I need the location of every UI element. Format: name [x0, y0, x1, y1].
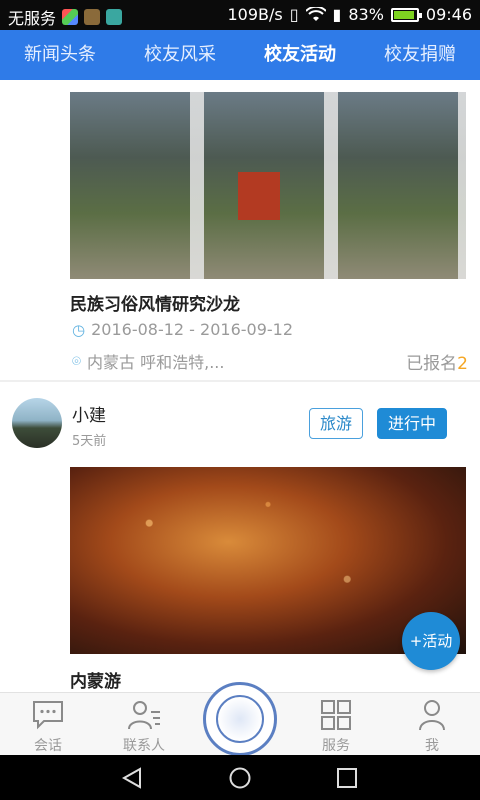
- battery-fill: [393, 10, 414, 19]
- status-left: 无服务: [8, 5, 123, 29]
- person-icon: [419, 700, 445, 731]
- clock-icon: ◷: [72, 320, 86, 339]
- activity-title[interactable]: 内蒙游: [70, 667, 121, 692]
- network-speed: 109B/s: [227, 5, 283, 24]
- category-tab-bar: 新闻头条 校友风采 校友活动 校友捐赠: [0, 30, 480, 80]
- add-activity-button[interactable]: +活动: [402, 612, 460, 670]
- nav-services[interactable]: 服务: [288, 693, 384, 756]
- wifi-icon: [305, 6, 326, 21]
- app-notification-icon: [106, 9, 123, 25]
- activity-photo[interactable]: [70, 92, 466, 279]
- back-icon[interactable]: [120, 767, 144, 789]
- chat-icon: [33, 701, 63, 730]
- system-nav-bar: [0, 755, 480, 800]
- activity-date: ◷ 2016-08-12 - 2016-09-12: [72, 320, 293, 339]
- nav-contacts[interactable]: 联系人: [96, 693, 192, 756]
- divider: [0, 380, 480, 382]
- activity-title[interactable]: 民族习俗风情研究沙龙: [70, 290, 240, 315]
- status-badge: 进行中: [377, 408, 448, 439]
- university-logo: [216, 695, 264, 743]
- university-logo-button[interactable]: [203, 682, 277, 756]
- location-pin-icon: ⌾: [72, 352, 82, 370]
- signup-count: 已报名2: [406, 349, 468, 374]
- activity-location: ⌾ 内蒙古 呼和浩特,...: [72, 349, 224, 373]
- nav-label: 联系人: [123, 738, 165, 754]
- signup-number: 2: [457, 354, 468, 374]
- activity-feed[interactable]: 民族习俗风情研究沙龙 ◷ 2016-08-12 - 2016-09-12 ⌾ 内…: [0, 80, 480, 692]
- services-grid-icon: [321, 700, 351, 730]
- nav-label: 服务: [322, 738, 350, 754]
- home-icon[interactable]: [228, 767, 252, 789]
- app-notification-icon: [84, 9, 101, 25]
- category-tag: 旅游: [309, 408, 364, 439]
- tab-alumni-donations[interactable]: 校友捐赠: [360, 30, 480, 80]
- avatar[interactable]: [12, 398, 62, 448]
- app-notification-icon: [62, 9, 79, 25]
- status-right: 109B/s ▯ ▮ 83% 09:46: [227, 5, 472, 24]
- carrier-text: 无服务: [8, 9, 57, 28]
- signup-label: 已报名: [406, 354, 458, 374]
- tab-alumni-style[interactable]: 校友风采: [120, 30, 240, 80]
- status-bar: 无服务 109B/s ▯ ▮ 83% 09:46: [0, 0, 480, 30]
- clock: 09:46: [425, 5, 472, 24]
- sim-icon: ▮: [332, 5, 342, 24]
- battery-icon: [390, 7, 422, 22]
- battery-percent: 83%: [348, 5, 384, 24]
- contacts-icon: [128, 701, 160, 730]
- location-text: 内蒙古 呼和浩特,...: [87, 353, 225, 372]
- tab-news[interactable]: 新闻头条: [0, 30, 120, 80]
- nav-label: 我: [425, 738, 439, 754]
- nav-label: 会话: [34, 738, 62, 754]
- recents-icon[interactable]: [336, 767, 358, 789]
- photo-detail: [70, 92, 466, 279]
- vibrate-icon: ▯: [289, 5, 299, 24]
- tab-alumni-activities[interactable]: 校友活动: [240, 30, 360, 80]
- user-name[interactable]: 小建: [72, 401, 106, 426]
- date-range-text: 2016-08-12 - 2016-09-12: [91, 320, 294, 339]
- nav-me[interactable]: 我: [384, 693, 480, 756]
- post-time: 5天前: [72, 434, 107, 449]
- nav-chat[interactable]: 会话: [0, 693, 96, 756]
